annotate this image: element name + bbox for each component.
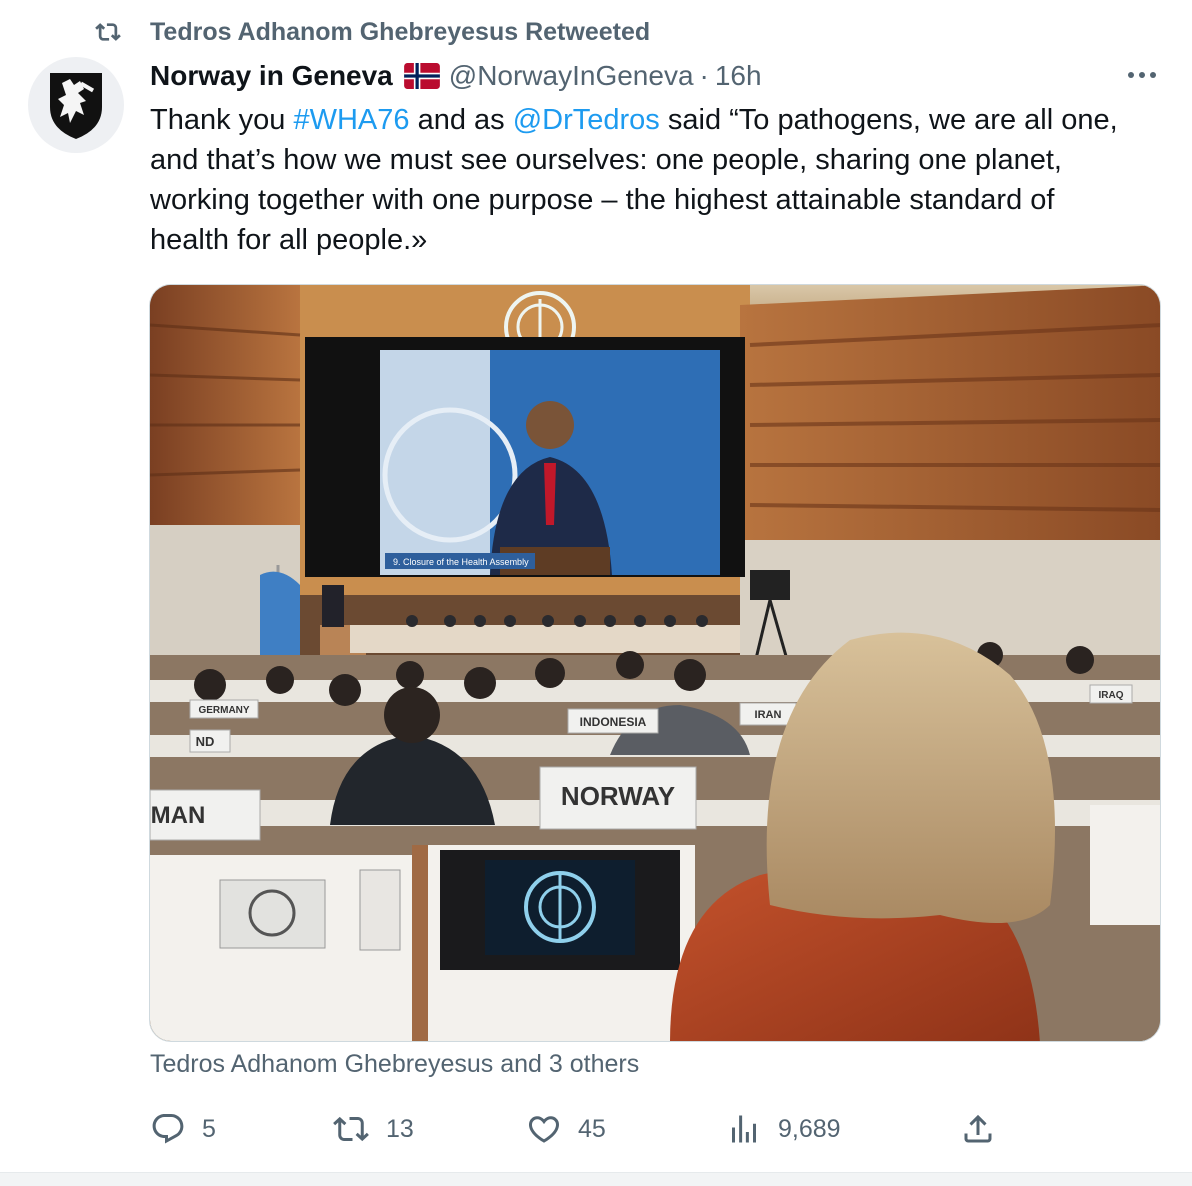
retweet-button[interactable]: 13 (332, 1106, 414, 1152)
reply-icon (152, 1114, 184, 1144)
tweet-text-part: and as (409, 104, 513, 136)
placard-norway: NORWAY (561, 781, 675, 811)
placard-indonesia: INDONESIA (580, 715, 647, 729)
retweet-icon (92, 16, 124, 48)
heart-icon (528, 1116, 560, 1143)
more-icon (1128, 72, 1156, 78)
retweeted-by-line[interactable]: Tedros Adhanom Ghebreyesus Retweeted (92, 14, 650, 50)
tweet-timestamp[interactable]: 16h (715, 60, 762, 92)
norway-coat-of-arms-icon (50, 73, 102, 139)
tweet-header: Norway in Geneva @NorwayInGeneva · 16h (150, 56, 762, 96)
tweet-divider (0, 1172, 1192, 1186)
placard-iran: IRAN (755, 709, 782, 721)
placard-man: MAN (151, 802, 206, 829)
reply-button[interactable]: 5 (150, 1106, 216, 1152)
hashtag-link[interactable]: #WHA76 (293, 104, 409, 136)
retweet-count: 13 (386, 1114, 414, 1143)
tagged-people[interactable]: Tedros Adhanom Ghebreyesus and 3 others (150, 1050, 639, 1079)
tweet-actions-bar: 5 13 45 9,689 (0, 1106, 1192, 1152)
placard-germany: GERMANY (198, 705, 249, 716)
like-count: 45 (578, 1114, 606, 1143)
placard-nd: ND (196, 734, 215, 749)
norway-flag-icon (403, 63, 441, 89)
views-button[interactable]: 9,689 (726, 1106, 841, 1152)
views-chart-icon (732, 1115, 756, 1143)
tweet-text-part: Thank you (150, 104, 294, 136)
tweet-text: Thank you #WHA76 and as @DrTedros said “… (150, 100, 1140, 260)
retweet-icon (333, 1116, 369, 1142)
like-button[interactable]: 45 (526, 1106, 606, 1152)
share-icon (964, 1114, 992, 1143)
tweet-photo[interactable]: 9. Closure of the Health Assembly NORWAY… (149, 284, 1161, 1042)
share-button[interactable] (960, 1106, 996, 1152)
screen-caption: 9. Closure of the Health Assembly (393, 557, 529, 567)
mention-link[interactable]: @DrTedros (513, 104, 660, 136)
author-name[interactable]: Norway in Geneva (150, 60, 393, 92)
avatar[interactable] (28, 57, 124, 153)
placard-iraq: IRAQ (1099, 690, 1124, 701)
author-handle[interactable]: @NorwayInGeneva (449, 60, 694, 92)
reply-count: 5 (202, 1114, 216, 1143)
views-count: 9,689 (778, 1114, 841, 1143)
assembly-hall-photo: 9. Closure of the Health Assembly NORWAY… (150, 285, 1160, 1041)
retweeted-by-text[interactable]: Tedros Adhanom Ghebreyesus Retweeted (150, 18, 650, 47)
separator-dot: · (699, 60, 709, 91)
more-options-button[interactable] (1122, 60, 1162, 90)
